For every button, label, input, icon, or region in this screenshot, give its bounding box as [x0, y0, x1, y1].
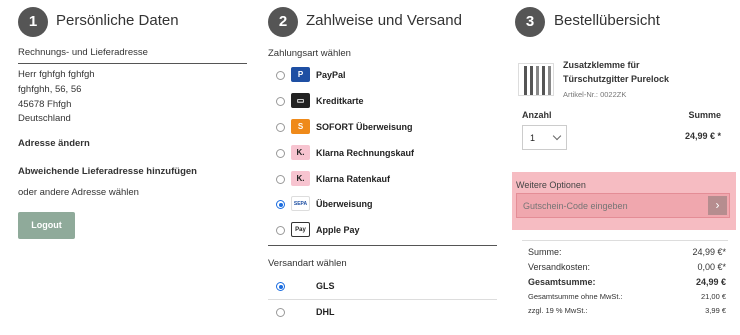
- product-image: [518, 63, 554, 96]
- coupon-submit-button[interactable]: ›: [708, 196, 727, 215]
- summary-label: Gesamtsumme ohne MwSt.:: [528, 292, 623, 301]
- summary-value: 24,99 €: [695, 277, 726, 287]
- address-line: Deutschland: [18, 113, 71, 124]
- sofort-icon: S: [291, 119, 310, 134]
- summary-row: Versandkosten: 0,00 €*: [528, 262, 726, 272]
- payment-option-label: Klarna Rechnungskauf: [316, 148, 415, 158]
- radio-button-selected[interactable]: [276, 282, 285, 291]
- radio-button[interactable]: [276, 97, 285, 106]
- article-number: Artikel-Nr.: 0022ZK: [563, 90, 627, 99]
- radio-button[interactable]: [276, 226, 285, 235]
- shipping-option-label: DHL: [316, 307, 335, 317]
- summary-row: Gesamtsumme ohne MwSt.: 21,00 €: [528, 292, 726, 301]
- sum-header: Summe: [688, 110, 721, 120]
- address-line: fghfghh, 56, 56: [18, 84, 82, 95]
- shipping-option-gls[interactable]: GLS: [274, 277, 494, 297]
- quantity-select[interactable]: 1: [522, 125, 567, 150]
- paypal-icon: P: [291, 67, 310, 82]
- payment-option-label: Kreditkarte: [316, 96, 364, 106]
- summary-label: Summe:: [528, 247, 562, 257]
- summary-label: zzgl. 19 % MwSt.:: [528, 306, 588, 315]
- radio-button[interactable]: [276, 308, 285, 317]
- step-number-2: 2: [268, 7, 298, 37]
- step-title-order-summary: Bestellübersicht: [554, 12, 660, 29]
- quantity-header: Anzahl: [522, 110, 552, 120]
- address-line: 45678 Fhfgh: [18, 99, 72, 110]
- summary-label: Gesamtsumme:: [528, 277, 596, 287]
- bank-transfer-icon: SEPA: [291, 196, 310, 211]
- divider: [268, 245, 497, 246]
- logout-button[interactable]: Logout: [18, 212, 75, 239]
- product-name[interactable]: Zusatzklemme für: [563, 60, 640, 70]
- payment-option-apple-pay[interactable]: Pay Apple Pay: [274, 221, 494, 241]
- further-options-panel: Weitere Optionen ›: [512, 172, 736, 230]
- radio-button-selected[interactable]: [276, 200, 285, 209]
- divider: [18, 63, 247, 64]
- step-number-1: 1: [18, 7, 48, 37]
- line-total: 24,99 € *: [684, 131, 721, 141]
- summary-row: Summe: 24,99 €*: [528, 247, 726, 257]
- credit-card-icon: ▭: [291, 93, 310, 108]
- payment-option-credit-card[interactable]: ▭ Kreditkarte: [274, 92, 494, 112]
- summary-value: 3,99 €: [705, 306, 726, 315]
- payment-option-label: SOFORT Überweisung: [316, 122, 413, 132]
- step-title-payment-shipping: Zahlweise und Versand: [306, 12, 462, 29]
- chevron-down-icon: [552, 131, 562, 141]
- payment-option-label: Apple Pay: [316, 225, 360, 235]
- divider: [268, 299, 497, 300]
- divider: [522, 240, 728, 241]
- further-options-label: Weitere Optionen: [516, 180, 586, 190]
- step-title-personal-data: Persönliche Daten: [56, 12, 179, 29]
- add-delivery-address-link[interactable]: Abweichende Lieferadresse hinzufügen: [18, 166, 197, 177]
- payment-option-paypal[interactable]: P PayPal: [274, 66, 494, 86]
- change-address-link[interactable]: Adresse ändern: [18, 138, 90, 149]
- coupon-field: ›: [516, 193, 730, 218]
- payment-option-label: Klarna Ratenkauf: [316, 174, 391, 184]
- shipping-heading: Versandart wählen: [268, 258, 347, 269]
- payment-heading: Zahlungsart wählen: [268, 48, 351, 59]
- summary-row-total: Gesamtsumme: 24,99 €: [528, 277, 726, 287]
- payment-option-klarna-invoice[interactable]: K. Klarna Rechnungskauf: [274, 144, 494, 164]
- address-line: Herr fghfgh fghfgh: [18, 69, 95, 80]
- shipping-option-dhl[interactable]: DHL: [274, 303, 494, 323]
- choose-other-address-link[interactable]: oder andere Adresse wählen: [18, 187, 139, 198]
- radio-button[interactable]: [276, 175, 285, 184]
- payment-option-bank-transfer[interactable]: SEPA Überweisung: [274, 195, 494, 215]
- step-number-3: 3: [515, 7, 545, 37]
- quantity-value: 1: [530, 133, 536, 143]
- product-name[interactable]: Türschutzgitter Purelock: [563, 74, 669, 84]
- summary-label: Versandkosten:: [528, 262, 591, 272]
- radio-button[interactable]: [276, 149, 285, 158]
- summary-value: 21,00 €: [700, 292, 726, 301]
- payment-option-label: Überweisung: [316, 199, 373, 209]
- summary-value: 24,99 €*: [692, 247, 726, 257]
- coupon-input[interactable]: [517, 194, 705, 217]
- payment-option-klarna-installment[interactable]: K. Klarna Ratenkauf: [274, 170, 494, 190]
- summary-value: 0,00 €*: [697, 262, 726, 272]
- payment-option-label: PayPal: [316, 70, 346, 80]
- summary-row: zzgl. 19 % MwSt.: 3,99 €: [528, 306, 726, 315]
- shipping-option-label: GLS: [316, 281, 335, 291]
- radio-button[interactable]: [276, 71, 285, 80]
- payment-option-sofort[interactable]: S SOFORT Überweisung: [274, 118, 494, 138]
- klarna-icon: K.: [291, 171, 310, 186]
- klarna-icon: K.: [291, 145, 310, 160]
- radio-button[interactable]: [276, 123, 285, 132]
- apple-pay-icon: Pay: [291, 222, 310, 237]
- address-heading: Rechnungs- und Lieferadresse: [18, 47, 148, 58]
